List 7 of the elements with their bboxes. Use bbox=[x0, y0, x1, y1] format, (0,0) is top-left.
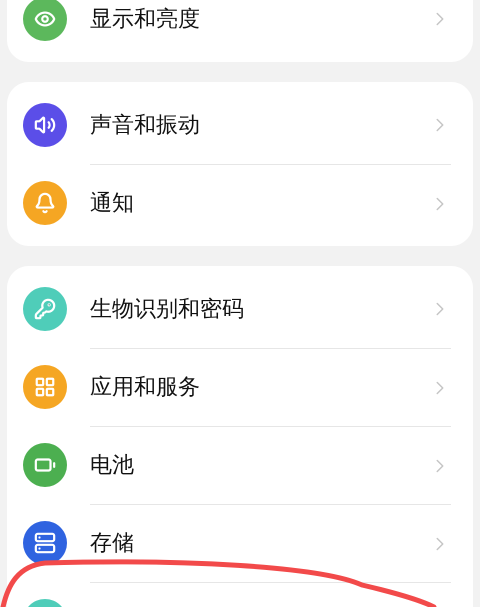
setting-label[interactable]: 生物识别和密码 bbox=[90, 292, 429, 326]
setting-label[interactable]: 显示和亮度 bbox=[90, 2, 429, 36]
setting-label[interactable]: 声音和振动 bbox=[90, 108, 429, 142]
setting-label[interactable]: 存储 bbox=[90, 527, 429, 560]
setting-label[interactable]: 通知 bbox=[90, 187, 429, 220]
setting-label[interactable]: 应用和服务 bbox=[90, 371, 429, 404]
setting-label[interactable]: 电池 bbox=[90, 449, 429, 482]
